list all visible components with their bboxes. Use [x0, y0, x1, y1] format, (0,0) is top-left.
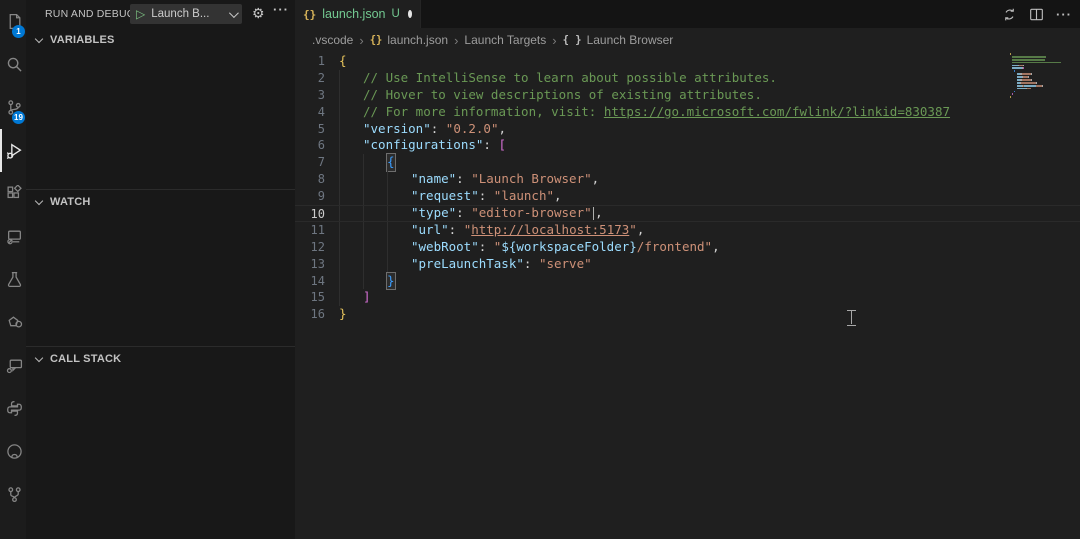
gear-icon[interactable]: ⚙	[252, 5, 265, 22]
code-line[interactable]: 3// Hover to view descriptions of existi…	[295, 86, 1080, 104]
breadcrumb-separator: ›	[552, 32, 557, 48]
explorer-badge: 1	[12, 25, 25, 38]
unsaved-dot-icon[interactable]	[407, 10, 412, 18]
editor-group: {} launch.json U ··· .vscode › {} launch…	[295, 0, 1080, 539]
source-control-icon[interactable]: 19	[0, 86, 26, 129]
breadcrumb-separator: ›	[454, 32, 459, 48]
code-line[interactable]: 13 "preLaunchTask": "serve"	[295, 255, 1080, 273]
line-number: 3	[317, 87, 325, 102]
editor-actions: ···	[1002, 0, 1072, 28]
git-status-badge: U	[391, 8, 400, 20]
line-number: 4	[317, 104, 325, 119]
activity-bar: 1 19	[0, 0, 26, 539]
variables-section: VARIABLES	[26, 28, 295, 189]
line-number: 1	[317, 54, 325, 68]
line-number: 10	[310, 207, 325, 222]
tab-bar: {} launch.json U ···	[295, 0, 1080, 28]
tab-label: launch.json	[322, 7, 386, 21]
open-changes-icon[interactable]	[1002, 7, 1017, 22]
comments-icon[interactable]	[0, 344, 26, 387]
code-editor[interactable]: 1{2// Use IntelliSense to learn about po…	[295, 52, 1080, 539]
code-line[interactable]: 4// For more information, visit: https:/…	[295, 103, 1080, 121]
code-line[interactable]: 14}	[295, 271, 1080, 291]
line-number: 15	[310, 290, 325, 305]
json-file-icon: {}	[369, 34, 383, 46]
minimap[interactable]	[1010, 53, 1074, 99]
remote-explorer-icon[interactable]	[0, 215, 26, 258]
call-stack-section: CALL STACK	[26, 346, 295, 539]
launch-config-dropdown[interactable]: ▷ Launch B...	[130, 4, 242, 24]
code-line[interactable]: 16}	[295, 306, 1080, 323]
testing-beaker-icon[interactable]	[0, 258, 26, 301]
line-number: 12	[310, 239, 325, 254]
variables-section-header[interactable]: VARIABLES	[26, 28, 295, 52]
run-and-debug-icon[interactable]	[0, 129, 26, 172]
chevron-down-icon	[34, 196, 44, 206]
code-line[interactable]: 10 "type": "editor-browser",	[295, 205, 1080, 222]
watch-section: WATCH	[26, 189, 295, 346]
code-lines: 1{2// Use IntelliSense to learn about po…	[295, 53, 1080, 323]
breadcrumb-separator: ›	[359, 32, 364, 48]
line-number: 14	[310, 273, 325, 288]
code-line[interactable]: 5 "version": "0.2.0",	[295, 120, 1080, 138]
chevron-down-icon	[228, 7, 239, 18]
breadcrumb-launch-browser[interactable]: Launch Browser	[587, 33, 674, 47]
sidebar-toolbar: RUN AND DEBUG ▷ Launch B... ⚙ ···	[26, 0, 295, 28]
object-symbol-icon: { }	[562, 34, 582, 46]
line-number: 8	[317, 172, 325, 187]
line-number: 16	[310, 307, 325, 322]
call-stack-section-header[interactable]: CALL STACK	[26, 347, 295, 371]
launch-config-label: Launch B...	[151, 8, 210, 20]
text-caret	[592, 206, 595, 220]
breadcrumb-vscode[interactable]: .vscode	[312, 33, 353, 47]
line-number: 5	[317, 121, 325, 136]
code-line[interactable]: 8 "name": "Launch Browser",	[295, 171, 1080, 189]
code-line[interactable]: 11 "url": " http://localhost:5173 ",	[295, 221, 1080, 239]
tab-launch-json[interactable]: {} launch.json U	[295, 0, 421, 28]
run-debug-sidebar: RUN AND DEBUG ▷ Launch B... ⚙ ··· VARIAB…	[26, 0, 295, 539]
breadcrumb: .vscode › {} launch.json › Launch Target…	[295, 28, 1080, 52]
code-line[interactable]: 6 "configurations": [	[295, 137, 1080, 155]
search-icon[interactable]	[0, 43, 26, 86]
github-icon[interactable]	[0, 430, 26, 473]
breadcrumb-launch-json[interactable]: launch.json	[387, 33, 448, 47]
line-number: 2	[317, 70, 325, 85]
line-number: 11	[310, 222, 325, 237]
watch-section-header[interactable]: WATCH	[26, 190, 295, 214]
breadcrumb-launch-targets[interactable]: Launch Targets	[464, 33, 546, 47]
sidebar-title: RUN AND DEBUG	[45, 8, 136, 20]
code-line[interactable]: 2// Use IntelliSense to learn about poss…	[295, 69, 1080, 87]
code-line[interactable]: 9 "request": "launch",	[295, 188, 1080, 206]
editor-more-actions-icon[interactable]: ···	[1056, 7, 1072, 22]
line-number: 7	[317, 155, 325, 170]
chevron-down-icon	[34, 353, 44, 363]
pentagon-extension-icon[interactable]	[0, 301, 26, 344]
git-pull-request-icon[interactable]	[0, 473, 26, 516]
split-editor-icon[interactable]	[1029, 7, 1044, 22]
line-number: 9	[317, 189, 325, 204]
code-line[interactable]: 12 "webRoot": " ${workspaceFolder}/fronten…	[295, 238, 1080, 256]
chevron-down-icon	[34, 34, 44, 44]
code-line[interactable]: 7{	[295, 153, 1080, 173]
code-line[interactable]: 15]	[295, 289, 1080, 307]
more-actions-icon[interactable]: ···	[273, 2, 289, 17]
python-icon[interactable]	[0, 387, 26, 430]
extensions-icon[interactable]	[0, 172, 26, 215]
source-control-badge: 19	[12, 111, 25, 124]
code-line[interactable]: 1{	[295, 53, 1080, 70]
line-number: 13	[310, 256, 325, 271]
start-debug-icon[interactable]: ▷	[136, 8, 145, 20]
json-file-icon: {}	[303, 7, 317, 21]
explorer-icon[interactable]: 1	[0, 0, 26, 43]
line-number: 6	[317, 138, 325, 153]
